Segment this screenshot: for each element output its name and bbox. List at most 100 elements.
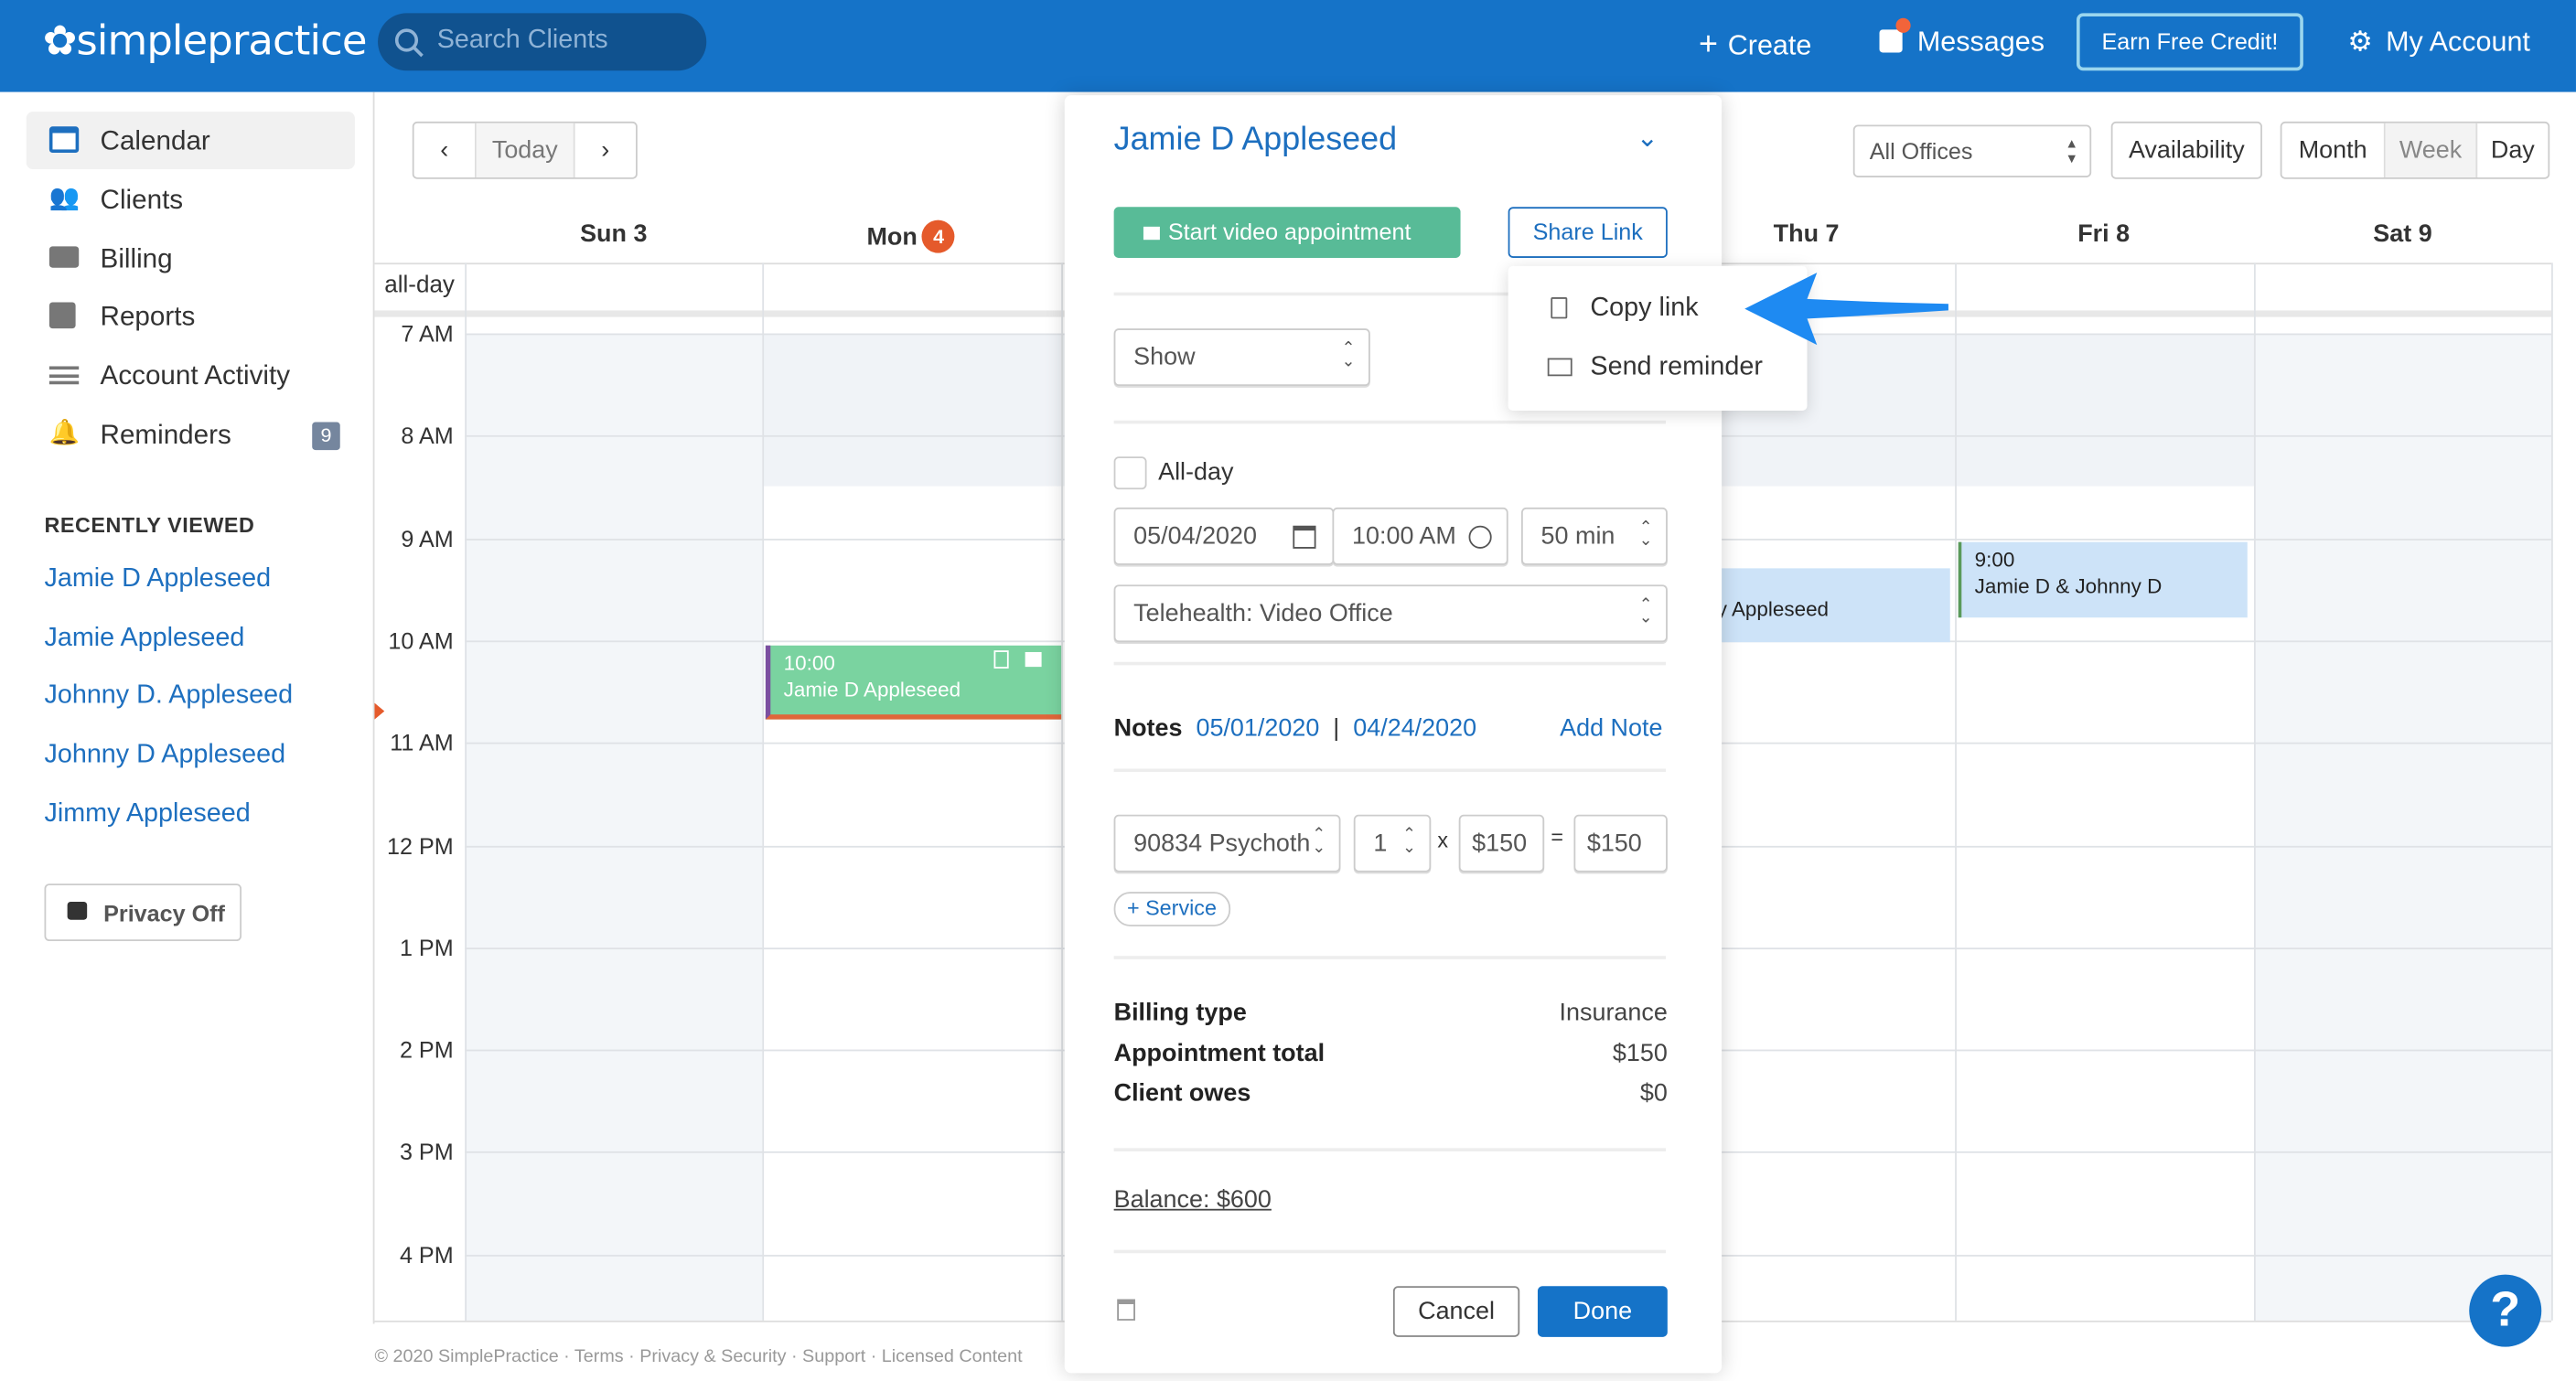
hour-label: 10 AM	[388, 626, 454, 654]
sidebar-item-calendar[interactable]: Calendar	[26, 112, 355, 169]
select-arrows-icon: ⌃ ⌄	[1638, 519, 1653, 551]
service-code-select[interactable]: 90834 Psychoth ⌃ ⌄	[1113, 814, 1341, 872]
select-arrows-icon: ⌃ ⌄	[1312, 826, 1326, 858]
hour-label: 11 AM	[390, 729, 454, 756]
recent-client-link[interactable]: Jimmy Appleseed	[44, 800, 250, 830]
my-account-button[interactable]: ⚙ My Account	[2347, 27, 2530, 59]
hour-label: 9 AM	[401, 524, 454, 551]
balance-link[interactable]: Balance: $600	[1114, 1186, 1272, 1215]
add-service-button[interactable]: + Service	[1113, 892, 1230, 926]
multiply-sign: x	[1437, 828, 1449, 853]
note-link[interactable]: 04/24/2020	[1353, 714, 1476, 743]
divider	[1113, 768, 1667, 773]
trash-icon[interactable]	[1117, 1299, 1135, 1321]
client-name-link[interactable]: Jamie D Appleseed	[1114, 122, 1397, 159]
copy-link-menu-item[interactable]: Copy link	[1590, 294, 1698, 323]
location-select[interactable]: Telehealth: Video Office ⌃ ⌄	[1113, 584, 1668, 643]
share-link-button[interactable]: Share Link	[1508, 207, 1668, 258]
recent-client-link[interactable]: Jamie Appleseed	[44, 624, 244, 653]
availability-button[interactable]: Availability	[2110, 121, 2262, 179]
recent-client-link[interactable]: Jamie D Appleseed	[44, 565, 271, 594]
done-button[interactable]: Done	[1537, 1286, 1668, 1337]
annotation-arrow-icon	[1744, 273, 1948, 346]
create-button[interactable]: + Create	[1699, 27, 1811, 64]
select-arrows-icon: ⌃ ⌄	[1638, 595, 1653, 628]
search-icon	[394, 28, 424, 58]
footer-links[interactable]: © 2020 SimplePractice · Terms · Privacy …	[374, 1347, 1022, 1367]
note-link[interactable]: 05/01/2020	[1196, 714, 1319, 743]
chevron-down-icon[interactable]: ⌄	[1637, 122, 1658, 155]
select-arrows-icon: ▲ ▼	[2065, 136, 2078, 166]
next-week-button[interactable]: ›	[575, 123, 636, 177]
hour-label: 1 PM	[399, 934, 454, 961]
divider	[1113, 956, 1667, 959]
hour-label: 2 PM	[399, 1036, 454, 1064]
allday-label: all-day	[384, 273, 455, 299]
plus-icon: +	[1698, 26, 1718, 63]
day-column-divider	[1061, 262, 1063, 1321]
billing-icon	[48, 246, 80, 268]
list-icon	[48, 366, 80, 385]
view-month-button[interactable]: Month	[2282, 123, 2386, 177]
stepper-arrows-icon: ⌃ ⌄	[1401, 826, 1417, 858]
clock-icon	[1468, 525, 1492, 549]
day-column-divider	[2253, 262, 2256, 1321]
send-reminder-menu-item[interactable]: Send reminder	[1590, 353, 1762, 382]
duration-select[interactable]: 50 min ⌃ ⌄	[1521, 507, 1668, 565]
note-icon	[993, 650, 1009, 669]
video-icon	[1025, 651, 1042, 668]
day-header-sat: Sat 9	[2373, 219, 2432, 249]
billing-type-value: Insurance	[1559, 998, 1668, 1027]
today-button[interactable]: Today	[476, 123, 575, 177]
appointment-total-label: Appointment total	[1113, 1039, 1326, 1068]
search-input[interactable]: Search Clients	[378, 13, 707, 71]
envelope-icon	[1547, 358, 1572, 377]
hour-label: 4 PM	[399, 1241, 454, 1268]
help-button[interactable]: ?	[2469, 1274, 2542, 1347]
equals-sign: =	[1551, 824, 1563, 850]
messages-button[interactable]: Messages	[1879, 17, 2045, 59]
recent-client-link[interactable]: Johnny D. Appleseed	[44, 681, 293, 711]
day-header-fri: Fri 8	[2077, 219, 2131, 249]
appointment-event[interactable]: 10:00 Jamie D Appleseed	[765, 645, 1062, 720]
sidebar-item-billing[interactable]: Billing	[27, 230, 355, 287]
client-owes-value: $0	[1639, 1078, 1668, 1108]
sidebar-item-reminders[interactable]: 🔔 Reminders 9	[27, 406, 355, 464]
start-video-appointment-button[interactable]: Start video appointment	[1113, 207, 1461, 258]
day-column-divider	[762, 262, 765, 1321]
billing-type-label: Billing type	[1113, 998, 1247, 1027]
add-note-link[interactable]: Add Note	[1560, 714, 1662, 743]
offices-select[interactable]: All Offices ▲ ▼	[1852, 124, 2092, 177]
status-select[interactable]: Show ⌃ ⌄	[1113, 328, 1370, 387]
appointment-total-value: $150	[1612, 1039, 1668, 1068]
allday-checkbox-label: All-day	[1158, 458, 1234, 487]
hour-label: 12 PM	[386, 831, 454, 859]
chat-bubble-icon	[1879, 17, 1911, 53]
privacy-toggle-button[interactable]: Privacy Off	[44, 883, 242, 942]
prev-week-button[interactable]: ‹	[414, 123, 477, 177]
logo[interactable]: ✿simplepractice	[43, 16, 368, 64]
view-day-button[interactable]: Day	[2477, 123, 2548, 177]
date-input[interactable]: 05/04/2020	[1113, 507, 1335, 565]
time-input[interactable]: 10:00 AM	[1332, 507, 1508, 565]
earn-free-credit-button[interactable]: Earn Free Credit!	[2077, 13, 2303, 71]
sidebar-item-reports[interactable]: Reports	[27, 287, 355, 345]
total-input: $150	[1573, 814, 1668, 872]
sidebar-item-clients[interactable]: 👥 Clients	[27, 171, 355, 229]
cancel-button[interactable]: Cancel	[1392, 1286, 1520, 1337]
lock-icon	[67, 901, 88, 920]
sidebar-item-account-activity[interactable]: Account Activity	[27, 347, 355, 404]
day-column-divider	[2551, 262, 2553, 1321]
divider	[1113, 661, 1667, 666]
view-week-button[interactable]: Week	[2385, 123, 2478, 177]
date-nav: ‹ Today ›	[412, 121, 638, 179]
divider	[1113, 1249, 1667, 1254]
view-switcher: Month Week Day	[2280, 121, 2550, 179]
recent-client-link[interactable]: Johnny D Appleseed	[44, 741, 285, 770]
notes-row: Notes 05/01/2020 | 04/24/2020	[1113, 714, 1477, 743]
appointment-event[interactable]: 9:00 Jamie D & Johnny D	[1958, 541, 2248, 618]
allday-checkbox[interactable]	[1113, 456, 1147, 490]
reports-icon	[48, 302, 76, 329]
rate-input[interactable]: $150	[1458, 814, 1545, 872]
units-stepper[interactable]: 1 ⌃ ⌄	[1353, 814, 1432, 872]
